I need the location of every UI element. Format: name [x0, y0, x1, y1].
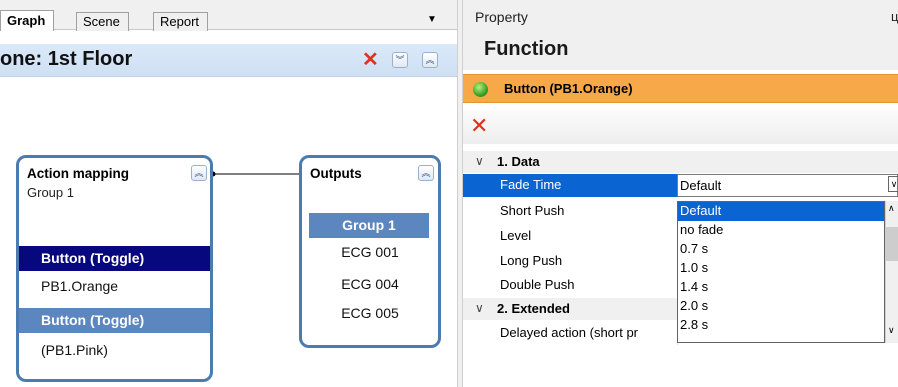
property-toolbar: ✕ [463, 110, 898, 144]
collapse-icon[interactable]: ︽ [418, 165, 434, 181]
dropdown-option[interactable]: 1.4 s [678, 278, 884, 297]
dropdown-option[interactable]: 2.8 s [678, 316, 884, 335]
tab-graph[interactable]: Graph [0, 10, 55, 31]
property-label: Double Push [500, 277, 575, 292]
status-dot-icon [473, 82, 488, 97]
property-label: Level [500, 228, 532, 243]
chevron-down-icon[interactable]: ∨ [475, 154, 484, 168]
output-row[interactable]: ECG 005 [302, 301, 438, 326]
object-bar: Button (PB1.Orange) [463, 74, 898, 103]
category-data[interactable]: ∨ 1. Data [463, 151, 898, 173]
dropdown-scrollbar[interactable]: ∧ ∨ [885, 201, 898, 343]
property-row-fade-time[interactable]: Fade Time Default ∨ [463, 174, 898, 197]
output-row[interactable]: ECG 001 [302, 240, 438, 265]
action-row[interactable]: Button (Toggle) [19, 246, 210, 271]
chevron-down-icon[interactable]: ∨ [475, 301, 484, 315]
dropdown-option[interactable]: 2.0 s [678, 297, 884, 316]
action-row[interactable]: (PB1.Pink) [19, 338, 210, 363]
node-subtitle: Group 1 [27, 185, 74, 200]
chevron-down-icon[interactable]: ∨ [888, 176, 898, 192]
graph-pane: Graph Scene Report ▼ one: 1st Floor ✕ ︾ … [0, 0, 457, 387]
object-name: Button (PB1.Orange) [504, 81, 633, 96]
fade-time-dropdown[interactable]: Default no fade 0.7 s 1.0 s 1.4 s 2.0 s … [677, 201, 885, 343]
node-title: Action mapping [27, 166, 129, 181]
chevron-down-icon[interactable]: ∨ [888, 325, 895, 336]
collapse-icon[interactable]: ︽ [191, 165, 207, 181]
pin-icon[interactable]: ц [891, 9, 898, 24]
property-label: Short Push [500, 203, 565, 218]
category-label: 2. Extended [497, 301, 570, 316]
scrollbar-thumb[interactable] [885, 227, 898, 261]
property-header: Property ц Function [463, 0, 898, 70]
action-row[interactable]: Button (Toggle) [19, 308, 210, 333]
output-row[interactable]: ECG 004 [302, 272, 438, 297]
dropdown-option[interactable]: 0.7 s [678, 240, 884, 259]
fade-time-combobox[interactable]: Default [677, 174, 898, 197]
delete-x-icon[interactable]: ✕ [470, 114, 488, 138]
property-caption: Property [475, 9, 528, 25]
property-pane: Property ц Function Button (PB1.Orange) … [463, 0, 898, 387]
action-mapping-node[interactable]: Action mapping Group 1 ︽ Button (Toggle)… [16, 155, 213, 382]
dropdown-option[interactable]: Default [678, 202, 884, 221]
property-title: Function [484, 38, 569, 60]
property-label: Long Push [500, 253, 563, 268]
node-title: Outputs [310, 166, 362, 181]
outputs-node[interactable]: Outputs ︽ Group 1 ECG 001 ECG 004 ECG 00… [299, 155, 441, 348]
property-label: Fade Time [463, 174, 677, 197]
dropdown-option[interactable]: 1.0 s [678, 259, 884, 278]
property-label: Delayed action (short pr [500, 325, 639, 340]
output-row[interactable]: Group 1 [309, 213, 429, 238]
chevron-up-icon[interactable]: ∧ [888, 203, 895, 214]
dropdown-option[interactable]: no fade [678, 221, 884, 240]
category-label: 1. Data [497, 154, 540, 169]
action-row[interactable]: PB1.Orange [19, 274, 210, 299]
